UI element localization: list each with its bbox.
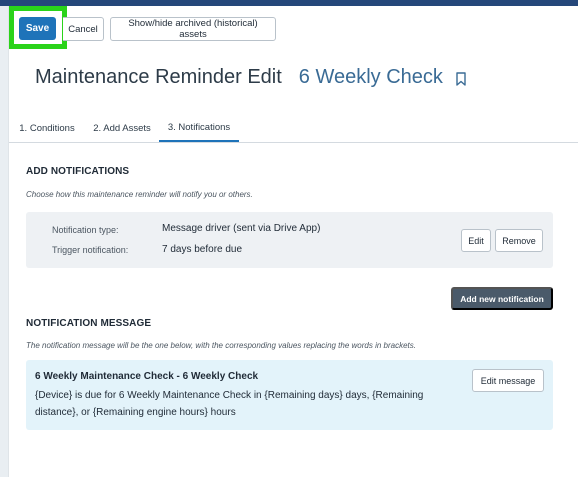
- tab-conditions[interactable]: 1. Conditions: [13, 115, 81, 142]
- tab-notifications[interactable]: 3. Notifications: [159, 115, 239, 142]
- bookmark-icon[interactable]: [455, 72, 467, 86]
- notification-message-hint: The notification message will be the one…: [26, 341, 416, 350]
- edit-message-button[interactable]: Edit message: [472, 369, 544, 392]
- notification-card: Notification type: Message driver (sent …: [26, 212, 553, 268]
- trigger-notification-value: 7 days before due: [162, 244, 243, 255]
- save-button[interactable]: Save: [19, 17, 56, 40]
- add-notifications-heading: ADD NOTIFICATIONS: [26, 166, 130, 177]
- message-title: 6 Weekly Maintenance Check - 6 Weekly Ch…: [35, 371, 259, 382]
- left-rail: [0, 6, 9, 477]
- notification-type-value: Message driver (sent via Drive App): [162, 223, 321, 234]
- page-subtitle: 6 Weekly Check: [298, 65, 443, 88]
- add-new-notification-button[interactable]: Add new notification: [451, 287, 553, 310]
- notification-message-card: 6 Weekly Maintenance Check - 6 Weekly Ch…: [26, 360, 553, 430]
- tab-bar: 1. Conditions 2. Add Assets 3. Notificat…: [9, 115, 578, 143]
- edit-notification-button[interactable]: Edit: [461, 229, 491, 252]
- notification-message-heading: NOTIFICATION MESSAGE: [26, 318, 152, 329]
- add-notifications-hint: Choose how this maintenance reminder wil…: [26, 190, 253, 199]
- page-header: Maintenance Reminder Edit 6 Weekly Check: [35, 62, 467, 92]
- remove-notification-button[interactable]: Remove: [495, 229, 543, 252]
- cancel-button[interactable]: Cancel: [63, 17, 104, 41]
- toolbar: Save Cancel Show/hide archived (historic…: [9, 6, 578, 50]
- tab-add-assets[interactable]: 2. Add Assets: [86, 115, 158, 142]
- message-body: {Device} is due for 6 Weekly Maintenance…: [35, 390, 424, 418]
- page-title: Maintenance Reminder Edit: [35, 65, 282, 88]
- show-archived-button[interactable]: Show/hide archived (historical) assets: [110, 17, 276, 41]
- trigger-notification-label: Trigger notification:: [52, 245, 129, 255]
- notification-type-label: Notification type:: [52, 225, 119, 235]
